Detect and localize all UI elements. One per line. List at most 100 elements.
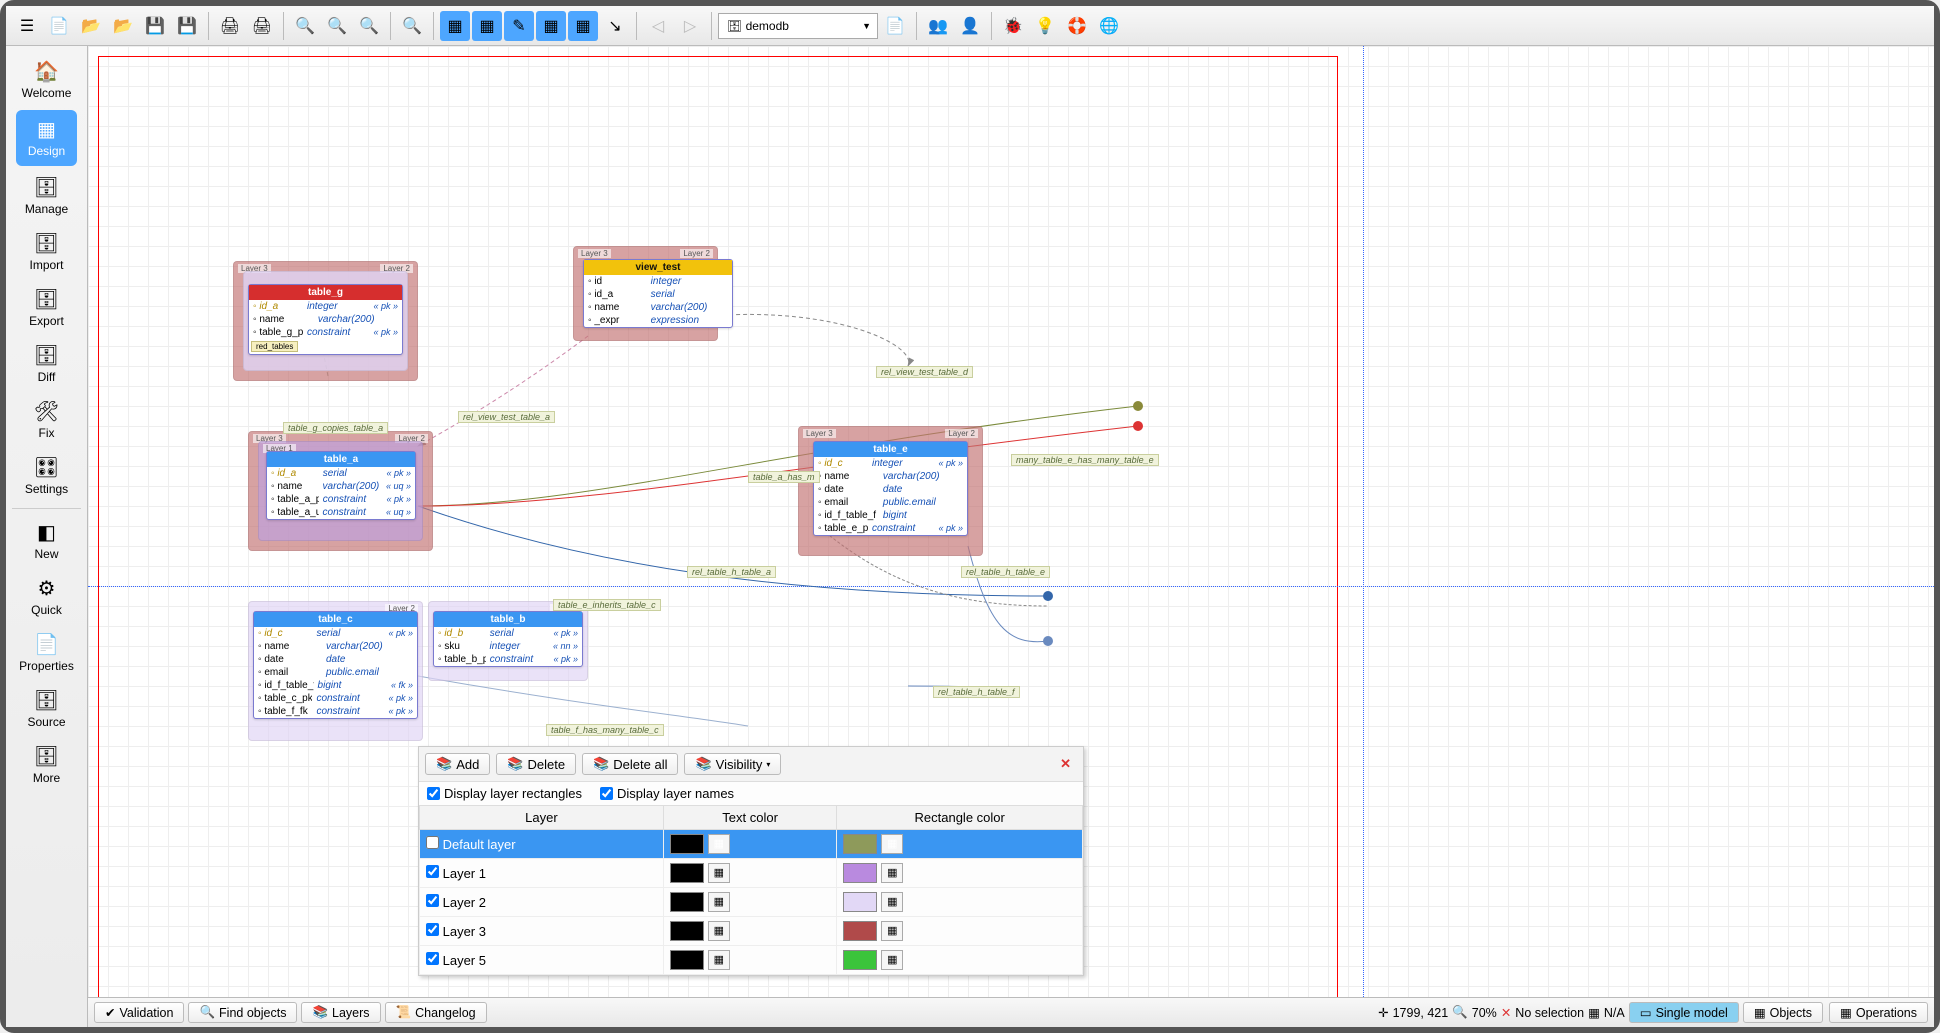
user-add-icon[interactable]: 👤 (955, 11, 985, 41)
layer-visible-checkbox[interactable] (426, 836, 439, 849)
users-icon[interactable]: 👥 (923, 11, 953, 41)
collapse-icon[interactable]: ↘ (600, 11, 630, 41)
save-icon[interactable]: 💾 (140, 11, 170, 41)
sidebar-item-source[interactable]: 🗄Source (6, 681, 87, 737)
color-picker-button[interactable]: ▦ (708, 921, 730, 941)
sidebar-item-quick[interactable]: ⚙Quick (6, 569, 87, 625)
sidebar-item-new[interactable]: ◧New (6, 513, 87, 569)
entity-tag: red_tables (251, 341, 298, 352)
grid-large-icon[interactable]: ▦ (472, 11, 502, 41)
sidebar-item-diff[interactable]: 🗄Diff (6, 336, 87, 392)
color-picker-button[interactable]: ▦ (708, 834, 730, 854)
sidebar-item-more[interactable]: 🗄More (6, 737, 87, 793)
top-toolbar: ☰ 📄 📂 📂 💾 💾 🖨 🖨 🔍 🔍 🔍 🔍 ▦ ▦ ✎ ▦ ▦ ↘ ◁ ▷ … (6, 6, 1934, 46)
status-mode-button[interactable]: ▭ Single model (1629, 1002, 1739, 1023)
status-find-button[interactable]: 🔍Find objects (188, 1002, 297, 1023)
table-c[interactable]: table_c ◦ id_cserial« pk »◦ namevarchar(… (253, 611, 418, 719)
next-icon[interactable]: ▷ (675, 11, 705, 41)
layers-deleteall-button[interactable]: 📚Delete all (582, 753, 678, 775)
color-picker-button[interactable]: ▦ (881, 834, 903, 854)
save-as-icon[interactable]: 💾 (172, 11, 202, 41)
color-picker-button[interactable]: ▦ (881, 950, 903, 970)
status-operations-button[interactable]: ▦ Operations (1829, 1002, 1928, 1023)
open-folder-icon[interactable]: 📂 (76, 11, 106, 41)
db-remove-icon[interactable]: 📄 (880, 11, 910, 41)
check-display-names[interactable]: Display layer names (600, 786, 734, 801)
color-picker-button[interactable]: ▦ (881, 921, 903, 941)
color-picker-button[interactable]: ▦ (881, 892, 903, 912)
relation-label: table_g_copies_table_a (283, 422, 388, 434)
menu-icon[interactable]: ☰ (12, 11, 42, 41)
layers-close-button[interactable]: ✕ (1054, 756, 1077, 772)
print-preview-icon[interactable]: 🖨 (247, 11, 277, 41)
open-recent-icon[interactable]: 📂 (108, 11, 138, 41)
new-file-icon[interactable]: 📄 (44, 11, 74, 41)
layers-delete-button[interactable]: 📚Delete (496, 753, 576, 775)
database-combo[interactable]: 🗄 demodb ▼ (718, 13, 878, 39)
sidebar-item-fix[interactable]: 🛠Fix (6, 392, 87, 448)
status-objects-button[interactable]: ▦ Objects (1743, 1002, 1823, 1023)
status-layers-button[interactable]: 📚Layers (301, 1002, 380, 1023)
zoom-fit-icon[interactable]: 🔍 (397, 11, 427, 41)
layer-row[interactable]: Layer 5▦▦ (420, 946, 1083, 975)
layer-row[interactable]: Layer 3▦▦ (420, 917, 1083, 946)
col-layer: Layer (420, 806, 664, 830)
sidebar-item-manage[interactable]: 🗄Manage (6, 168, 87, 224)
layer-visible-checkbox[interactable] (426, 952, 439, 965)
column-row: ◦ table_g_pkconstraint« pk » (249, 326, 402, 339)
table-g[interactable]: table_g ◦ id_ainteger« pk »◦ namevarchar… (248, 284, 403, 355)
column-row: ◦ namevarchar(200) (584, 301, 732, 314)
layer-visible-checkbox[interactable] (426, 894, 439, 907)
snap-icon[interactable]: ✎ (504, 11, 534, 41)
layer-row[interactable]: Default layer▦▦ (420, 830, 1083, 859)
world-icon[interactable]: 🌐 (1094, 11, 1124, 41)
table-b[interactable]: table_b ◦ id_bserial« pk »◦ skuinteger« … (433, 611, 583, 667)
zoom-in-icon[interactable]: 🔍 (354, 11, 384, 41)
layers-add-button[interactable]: 📚Add (425, 753, 490, 775)
home-icon: 🏠 (31, 58, 63, 84)
zoom-out-icon[interactable]: 🔍 (290, 11, 320, 41)
table-e[interactable]: table_e ◦ id_cinteger« pk »◦ namevarchar… (813, 441, 968, 536)
prev-icon[interactable]: ◁ (643, 11, 673, 41)
sidebar-item-export[interactable]: 🗄Export (6, 280, 87, 336)
layer-row[interactable]: Layer 2▦▦ (420, 888, 1083, 917)
color-picker-button[interactable]: ▦ (881, 863, 903, 883)
grid-toggle-icon[interactable]: ▦ (536, 11, 566, 41)
sidebar-label: Quick (31, 603, 62, 617)
check-display-rects[interactable]: Display layer rectangles (427, 786, 582, 801)
color-picker-button[interactable]: ▦ (708, 863, 730, 883)
table-a[interactable]: table_a ◦ id_aserial« pk »◦ namevarchar(… (266, 451, 416, 520)
status-changelog-button[interactable]: 📜Changelog (385, 1002, 487, 1023)
layers-visibility-button[interactable]: 📚Visibility ▾ (684, 753, 781, 775)
help-icon[interactable]: 🛟 (1062, 11, 1092, 41)
layers-table: Layer Text color Rectangle color Default… (419, 805, 1083, 975)
idea-icon[interactable]: 💡 (1030, 11, 1060, 41)
color-picker-button[interactable]: ▦ (708, 892, 730, 912)
view-test[interactable]: view_test ◦ idinteger◦ id_aserial◦ namev… (583, 259, 733, 328)
entity-title: table_g (249, 285, 402, 300)
layer-visible-checkbox[interactable] (426, 865, 439, 878)
grid-small-icon[interactable]: ▦ (440, 11, 470, 41)
layer-visible-checkbox[interactable] (426, 923, 439, 936)
layer-tag: Layer 2 (945, 429, 978, 438)
layer-row[interactable]: Layer 1▦▦ (420, 859, 1083, 888)
column-row: ◦ namevarchar(200) (254, 640, 417, 653)
zoom-reset-icon[interactable]: 🔍 (322, 11, 352, 41)
design-canvas[interactable]: Layer 3 Layer 2 Layer 3 Layer 2 Layer 3 … (88, 46, 1934, 1027)
sidebar-item-import[interactable]: 🗄Import (6, 224, 87, 280)
guides-icon[interactable]: ▦ (568, 11, 598, 41)
color-picker-button[interactable]: ▦ (708, 950, 730, 970)
col-rect: Rectangle color (837, 806, 1083, 830)
relation-label: rel_table_h_table_a (687, 566, 776, 578)
sidebar-item-design[interactable]: ▦Design (16, 110, 77, 166)
sidebar-item-properties[interactable]: 📄Properties (6, 625, 87, 681)
print-icon[interactable]: 🖨 (215, 11, 245, 41)
column-row: ◦ namevarchar(200) (814, 470, 967, 483)
bug-icon[interactable]: 🐞 (998, 11, 1028, 41)
sidebar-item-welcome[interactable]: 🏠Welcome (6, 52, 87, 108)
sidebar-item-settings[interactable]: 🎛Settings (6, 448, 87, 504)
sidebar-label: Settings (25, 482, 68, 496)
export-icon: 🗄 (31, 286, 63, 312)
status-validation-button[interactable]: ✔Validation (94, 1002, 184, 1023)
relation-label: rel_view_test_table_d (876, 366, 973, 378)
